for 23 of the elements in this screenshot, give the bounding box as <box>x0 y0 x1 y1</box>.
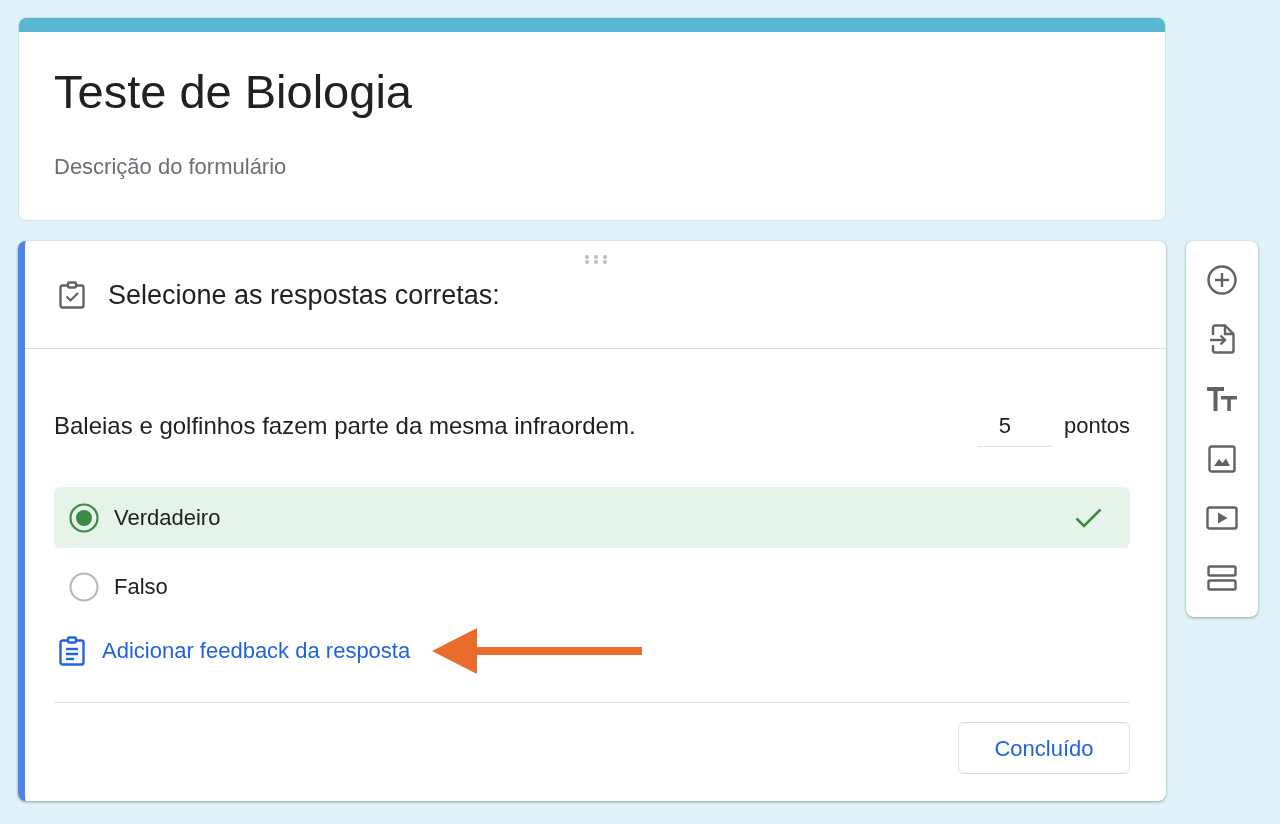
option-label: Verdadeiro <box>114 503 221 532</box>
form-title[interactable]: Teste de Biologia <box>54 64 412 120</box>
form-description[interactable]: Descrição do formulário <box>54 153 287 181</box>
add-feedback-link[interactable]: Adicionar feedback da resposta <box>102 637 411 665</box>
document-import-icon <box>1209 324 1235 355</box>
image-icon <box>1208 444 1236 473</box>
done-button[interactable]: Concluído <box>958 722 1130 774</box>
add-circle-icon <box>1207 264 1237 295</box>
question-text[interactable]: Baleias e golfinhos fazem parte da mesma infraordem. <box>54 411 636 441</box>
clipboard-list-icon <box>58 636 86 666</box>
section-heading: Selecione as respostas corretas: <box>108 279 500 312</box>
radio-button-icon[interactable] <box>69 571 99 602</box>
video-icon <box>1206 506 1238 531</box>
clipboard-check-icon <box>58 281 86 309</box>
correct-answer-highlight[interactable]: Verdadeiro <box>54 487 1130 548</box>
points-field[interactable]: 5 <box>977 405 1052 447</box>
section-icon <box>1207 564 1237 591</box>
radio-button-checked-icon[interactable] <box>69 502 99 533</box>
points-label: pontos <box>1063 412 1130 440</box>
drag-handle-icon[interactable] <box>583 255 608 264</box>
option-label: Falso <box>114 572 168 601</box>
checkmark-icon <box>1075 507 1102 528</box>
text-size-icon <box>1207 387 1237 411</box>
